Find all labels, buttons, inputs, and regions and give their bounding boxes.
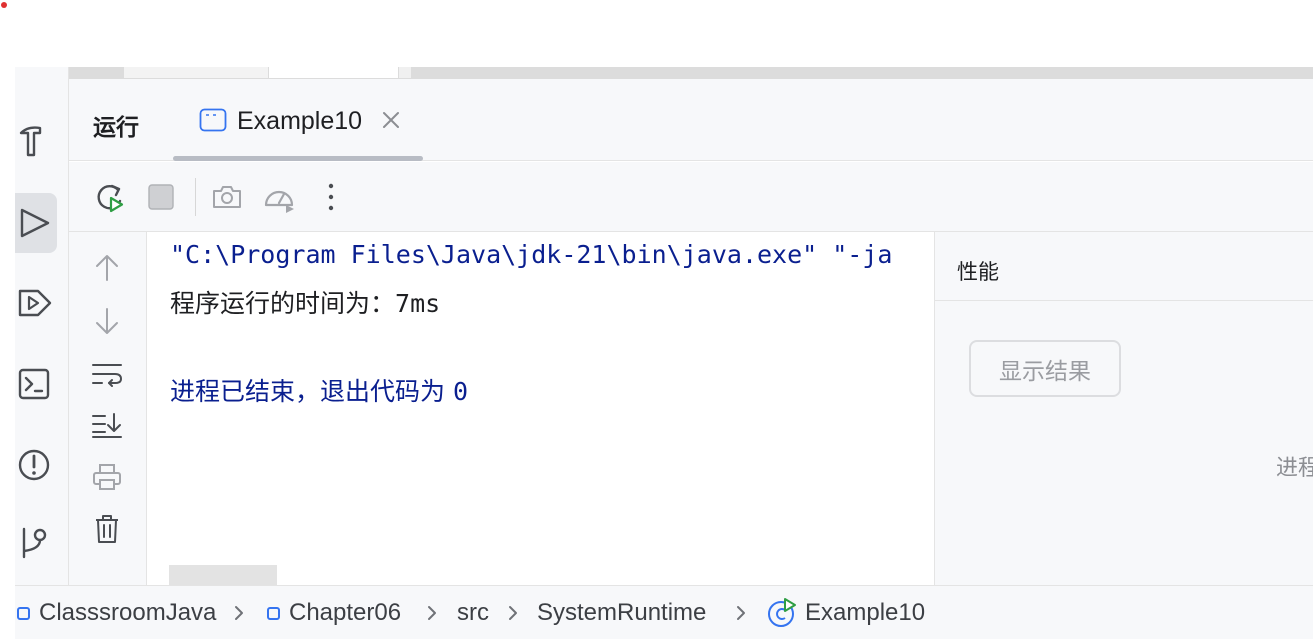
exit-code-value: 0	[452, 377, 469, 406]
process-status-text: 进程	[1276, 456, 1313, 481]
soft-wrap-button[interactable]	[89, 356, 125, 392]
editor-tab-strip-segment	[69, 67, 124, 78]
divider	[935, 300, 1313, 301]
run-toolbar	[69, 162, 1313, 232]
breadcrumb-src[interactable]: src	[457, 598, 489, 628]
print-button[interactable]	[89, 459, 125, 495]
runnable-class-icon	[768, 598, 796, 627]
editor-tab-strip-segment	[269, 67, 399, 78]
services-icon	[18, 289, 52, 317]
module-icon	[267, 606, 280, 620]
terminal-tool-button[interactable]	[15, 354, 57, 414]
breadcrumb-module[interactable]: Chapter06	[267, 598, 401, 628]
horizontal-scrollbar[interactable]	[169, 565, 277, 585]
trash-icon	[96, 515, 118, 543]
run-icon	[20, 208, 50, 238]
performance-panel: 性能 显示结果 进程	[934, 232, 1313, 585]
arrow-up-icon	[96, 255, 118, 281]
services-tool-button[interactable]	[15, 273, 57, 333]
profiler-button[interactable]	[261, 179, 297, 215]
rerun-icon	[97, 184, 124, 213]
print-icon	[93, 464, 121, 490]
breadcrumb-package[interactable]: SystemRuntime	[537, 598, 706, 628]
editor-tab-strip-segment	[411, 67, 1313, 78]
breadcrumb-label: Example10	[805, 599, 926, 626]
rerun-button[interactable]	[93, 179, 129, 215]
console-output-line: 程序运行的时间为：7ms	[170, 284, 440, 320]
console-side-toolbar	[69, 232, 147, 585]
more-icon	[328, 183, 334, 211]
dump-threads-button[interactable]	[209, 179, 245, 215]
scroll-down-button[interactable]	[89, 303, 125, 339]
more-button[interactable]	[313, 179, 349, 215]
module-icon	[17, 606, 30, 620]
performance-panel-title: 性能	[957, 260, 999, 284]
chevron-right-icon	[428, 606, 436, 620]
scroll-to-end-icon	[92, 413, 122, 438]
profiler-icon	[264, 190, 294, 213]
show-results-button[interactable]: 显示结果	[969, 340, 1121, 397]
clear-all-button[interactable]	[89, 511, 125, 547]
camera-icon	[213, 186, 241, 208]
breadcrumb-label: src	[457, 599, 489, 626]
console-command-line: "C:\Program Files\Java\jdk-21\bin\java.e…	[170, 240, 893, 269]
recording-indicator	[1, 2, 7, 8]
console-window-icon	[199, 108, 227, 132]
hammer-icon	[19, 126, 42, 157]
problems-icon	[18, 449, 50, 481]
run-window-title: 运行	[93, 115, 139, 141]
console-output[interactable]: "C:\Program Files\Java\jdk-21\bin\java.e…	[147, 232, 934, 585]
close-icon[interactable]	[379, 108, 403, 132]
stop-button[interactable]	[143, 179, 179, 215]
build-tool-button[interactable]	[15, 111, 57, 171]
problems-tool-button[interactable]	[15, 435, 57, 495]
soft-wrap-icon	[92, 364, 123, 387]
elapsed-time-label: 程序运行的时间为：	[170, 289, 396, 318]
run-tool-button[interactable]	[15, 193, 57, 253]
git-branch-icon	[22, 527, 47, 559]
toolbar-separator	[195, 178, 196, 216]
navigation-bar: ClasssroomJava Chapter06 src SystemRunti…	[15, 585, 1313, 639]
scroll-to-end-button[interactable]	[89, 407, 125, 443]
scroll-up-button[interactable]	[89, 250, 125, 286]
chevron-right-icon	[509, 606, 517, 620]
arrow-down-icon	[96, 308, 118, 334]
stop-icon	[148, 184, 174, 210]
elapsed-time-value: 7ms	[395, 289, 441, 318]
breadcrumb-label: SystemRuntime	[537, 599, 707, 626]
editor-tab-strip-segment	[124, 67, 269, 78]
active-tab-indicator	[173, 156, 423, 161]
tab-example10[interactable]: Example10	[173, 99, 423, 161]
breadcrumb-class[interactable]: Example10	[767, 598, 925, 628]
chevron-right-icon	[235, 606, 243, 620]
terminal-icon	[18, 368, 50, 400]
git-tool-button[interactable]	[15, 513, 57, 573]
breadcrumb-project[interactable]: ClasssroomJava	[17, 598, 216, 628]
tool-window-stripe	[15, 67, 69, 585]
run-tool-window-header: 运行 Example10	[69, 79, 1313, 161]
exit-code-label: 进程已结束，退出代码为	[170, 377, 453, 406]
editor-tab-strip	[69, 67, 1313, 79]
tab-label: Example10	[237, 107, 363, 135]
breadcrumb-label: Chapter06	[289, 599, 402, 626]
breadcrumb-label: ClasssroomJava	[39, 599, 217, 626]
process-exit-line: 进程已结束，退出代码为 0	[170, 372, 468, 408]
chevron-right-icon	[737, 606, 745, 620]
